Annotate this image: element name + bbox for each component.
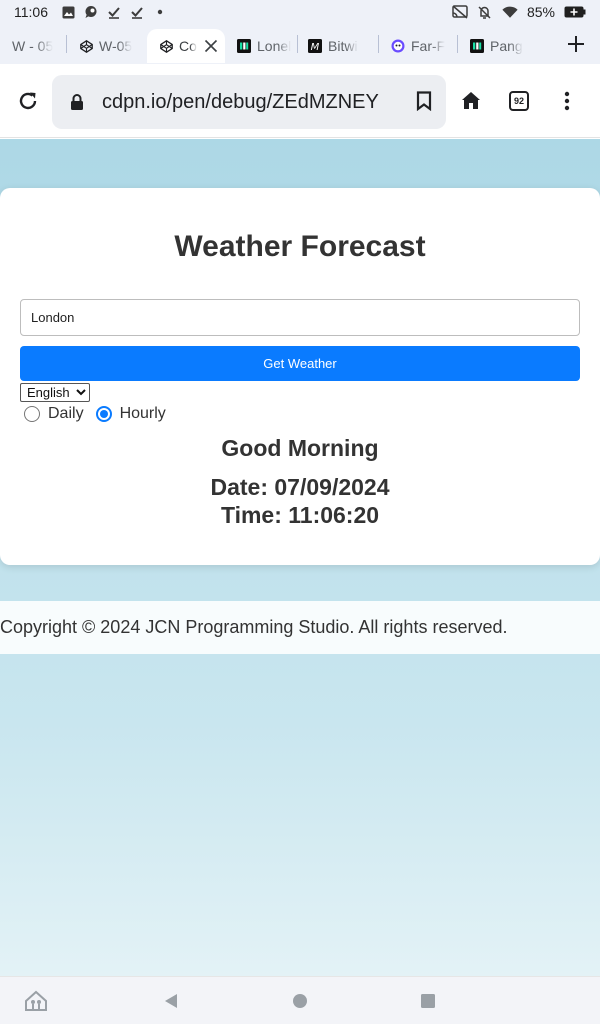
- home-assistant-icon: [25, 990, 47, 1011]
- tab-w-05-first[interactable]: W - 05: [0, 29, 62, 63]
- web-page: Weather Forecast Get Weather English Dai…: [0, 139, 600, 976]
- reload-icon: [19, 92, 37, 110]
- forecast-mode-group: Daily Hourly: [24, 405, 178, 423]
- tab-separator: [457, 35, 458, 53]
- address-bar[interactable]: cdpn.io/pen/debug/ZEdMZNEY: [52, 75, 446, 129]
- tab-count: 92: [509, 91, 529, 111]
- daily-radio[interactable]: [24, 406, 40, 422]
- check-icon: [106, 4, 122, 20]
- mute-icon: [477, 4, 493, 20]
- cast-icon: [452, 4, 468, 20]
- codepen-icon: [159, 39, 173, 53]
- back-icon: [165, 994, 177, 1008]
- copyright-text: Copyright © 2024 JCN Programming Studio.…: [0, 617, 508, 637]
- bookmark-icon[interactable]: [416, 91, 432, 116]
- hourly-radio[interactable]: [95, 406, 112, 422]
- recents-button[interactable]: [416, 989, 440, 1013]
- system-icons: 85%: [452, 4, 586, 20]
- language-select[interactable]: English: [20, 383, 90, 402]
- notion-icon: [470, 39, 484, 53]
- tab-separator: [378, 35, 379, 53]
- tab-w-05[interactable]: W-05: [71, 29, 135, 63]
- battery-icon: [564, 4, 586, 20]
- tab-label: Far-F: [411, 38, 446, 54]
- status-time: 11:06: [14, 4, 48, 20]
- tab-label: W - 05: [12, 38, 54, 54]
- medium-icon: M: [308, 39, 322, 53]
- tab-label: Lonel: [257, 38, 292, 54]
- status-bar: 11:06 85%: [0, 0, 600, 24]
- tab-active-codepen[interactable]: Co: [147, 29, 225, 63]
- tab-label: Co: [179, 38, 197, 54]
- tab-switcher-button[interactable]: 92: [499, 81, 539, 121]
- home-icon: [462, 92, 480, 109]
- reload-button[interactable]: [8, 81, 48, 121]
- tab-lonel[interactable]: Lonel: [225, 29, 293, 63]
- more-vert-icon: [564, 91, 570, 111]
- get-weather-button[interactable]: Get Weather: [20, 346, 580, 381]
- lock-icon: [70, 94, 84, 110]
- tab-label: Pang: [490, 38, 523, 54]
- extension-icon: [391, 39, 405, 53]
- assistant-button[interactable]: [24, 989, 48, 1013]
- home-nav-button[interactable]: [288, 989, 312, 1013]
- close-icon[interactable]: [201, 36, 221, 56]
- tab-strip: W - 05 W-05 Co Lonel M Bitwi Far-F Pang: [0, 24, 600, 64]
- tab-label: Bitwi: [328, 38, 358, 54]
- tab-pang[interactable]: Pang: [462, 29, 530, 63]
- tab-bitwi[interactable]: M Bitwi: [302, 29, 374, 63]
- check-icon: [129, 4, 145, 20]
- recents-icon: [421, 994, 435, 1008]
- browser-toolbar: cdpn.io/pen/debug/ZEdMZNEY 92: [0, 64, 600, 138]
- hourly-label: Hourly: [119, 405, 166, 422]
- plus-icon: [568, 36, 584, 52]
- tab-label: W-05: [99, 38, 133, 54]
- home-button[interactable]: [451, 81, 491, 121]
- dot-icon: [152, 4, 168, 20]
- notion-icon: [237, 39, 251, 53]
- daily-label: Daily: [48, 405, 84, 422]
- greeting-text: Good Morning: [221, 435, 379, 461]
- page-footer: Copyright © 2024 JCN Programming Studio.…: [0, 601, 600, 654]
- url-text: cdpn.io/pen/debug/ZEdMZNEY: [102, 90, 379, 113]
- weather-card: Weather Forecast Get Weather English Dai…: [0, 188, 600, 565]
- notification-icons: [60, 4, 168, 20]
- page-title: Weather Forecast: [174, 230, 426, 263]
- chat-icon: [83, 4, 99, 20]
- battery-percent: 85%: [526, 4, 555, 20]
- tab-separator: [297, 35, 298, 53]
- new-tab-button[interactable]: [564, 32, 588, 56]
- tab-far-f[interactable]: Far-F: [383, 29, 453, 63]
- svg-text:M: M: [311, 42, 320, 53]
- menu-button[interactable]: [547, 81, 587, 121]
- time-text: Time: 11:06:20: [220, 502, 380, 528]
- system-nav-bar: [0, 976, 600, 1024]
- city-input[interactable]: [20, 299, 580, 336]
- tab-separator: [66, 35, 67, 53]
- wifi-icon: [502, 4, 518, 20]
- circle-home-icon: [293, 994, 307, 1008]
- date-text: Date: 07/09/2024: [210, 474, 390, 500]
- image-icon: [60, 4, 76, 20]
- back-button[interactable]: [159, 989, 183, 1013]
- codepen-icon: [79, 39, 93, 53]
